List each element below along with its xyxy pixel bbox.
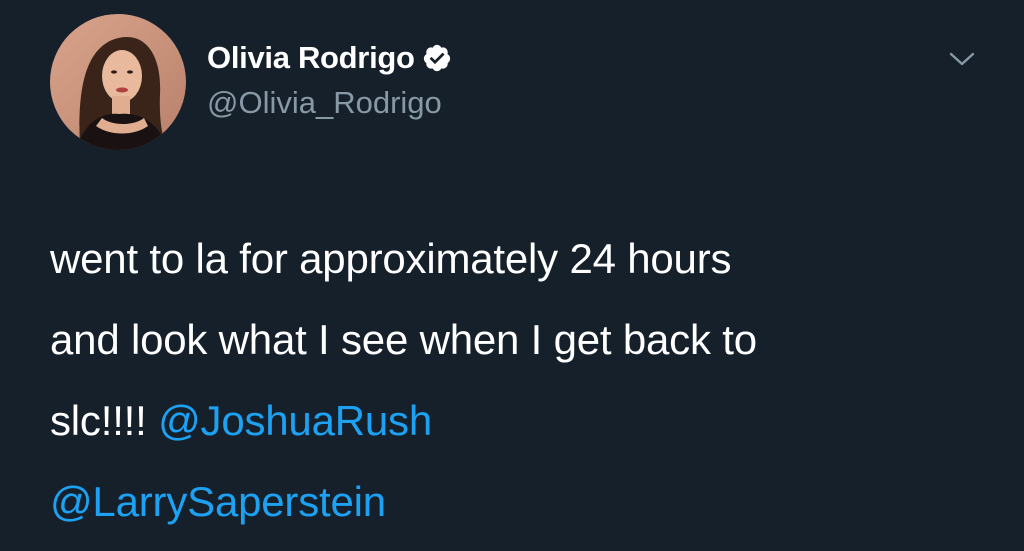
author-avatar[interactable] <box>50 14 186 150</box>
tweet-text-line: slc!!!! @JoshuaRush <box>50 380 990 461</box>
mention-link-joshuarush[interactable]: @JoshuaRush <box>158 397 432 444</box>
tweet-text-line: went to la for approximately 24 hours <box>50 235 732 282</box>
tweet-text-fragment: slc!!!! <box>50 397 159 444</box>
author-display-name[interactable]: Olivia Rodrigo <box>207 40 415 76</box>
mention-link-larrysaperstein[interactable]: @LarrySaperstein <box>50 478 386 525</box>
avatar-photo-icon <box>50 14 186 150</box>
author-name-row: Olivia Rodrigo <box>207 38 452 78</box>
tweet-text-line: @LarrySaperstein <box>50 461 990 542</box>
tweet-text-line: and look what I see when I get back to <box>50 316 757 363</box>
tweet-card: Olivia Rodrigo @Olivia_Rodrigo went to l… <box>0 0 1024 551</box>
tweet-text: went to la for approximately 24 hours an… <box>50 218 990 542</box>
author-handle[interactable]: @Olivia_Rodrigo <box>207 85 442 121</box>
chevron-down-icon[interactable] <box>947 48 977 70</box>
verified-badge-icon <box>422 43 452 73</box>
